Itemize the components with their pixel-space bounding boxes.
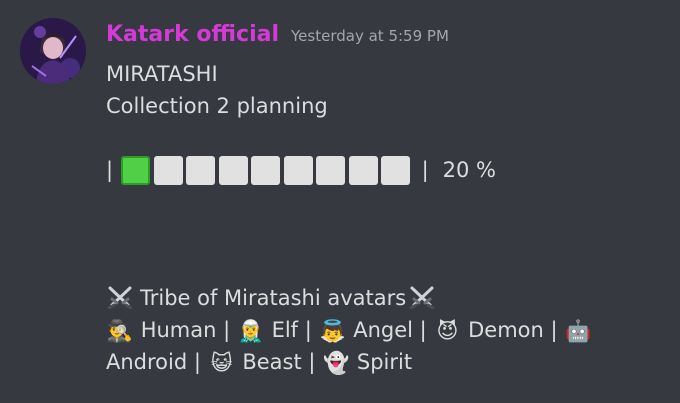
elf-icon: 🧝‍♂️ xyxy=(237,318,264,343)
tribe-label: Elf xyxy=(271,318,299,342)
message-subtitle: Collection 2 planning xyxy=(106,94,328,118)
tribe-label: Demon xyxy=(468,318,544,342)
robot-icon: 🤖 xyxy=(565,318,592,343)
crossed-swords-icon xyxy=(409,286,435,309)
progress-left-pipe: | xyxy=(106,158,114,182)
crossed-swords-icon xyxy=(107,286,133,309)
tribe-label: Angel xyxy=(353,318,413,342)
message-content: MIRATASHI Collection 2 planning | | 20 %… xyxy=(106,58,666,378)
cat-icon: 😺 xyxy=(210,350,233,375)
angel-icon: 👼 xyxy=(319,318,346,343)
message-title: MIRATASHI xyxy=(106,62,218,86)
progress-right-pipe: | xyxy=(421,158,429,182)
progress-square-empty xyxy=(251,155,281,185)
separator: | xyxy=(308,350,316,374)
separator: | xyxy=(193,350,201,374)
tribe-label: Spirit xyxy=(356,350,413,374)
author-name[interactable]: Katark official xyxy=(106,22,279,47)
progress-square-empty xyxy=(153,155,183,185)
progress-bar: | | 20 % xyxy=(106,154,666,186)
section-title: Tribe of Miratashi avatars xyxy=(140,286,407,310)
progress-square-empty xyxy=(348,155,378,185)
progress-square-empty xyxy=(186,155,216,185)
progress-square-filled xyxy=(121,155,151,185)
tribe-line-1: 🕵️‍♂️ Human | 🧝‍♂️ Elf | 👼 Angel | 😈 Dem… xyxy=(106,314,666,346)
tribe-label: Beast xyxy=(242,350,302,374)
tribe-line-2: Android | 😺 Beast | 👻 Spirit xyxy=(106,346,666,378)
progress-square-empty xyxy=(381,155,411,185)
progress-square-empty xyxy=(218,155,248,185)
section-title-line: Tribe of Miratashi avatars xyxy=(106,282,666,314)
progress-square-empty xyxy=(283,155,313,185)
tribe-label: Human xyxy=(140,318,217,342)
devil-icon: 😈 xyxy=(436,318,459,343)
separator: | xyxy=(419,318,427,342)
separator: | xyxy=(304,318,312,342)
progress-squares xyxy=(121,155,414,185)
detective-icon: 🕵️‍♂️ xyxy=(106,318,134,343)
separator: | xyxy=(550,318,558,342)
avatar[interactable] xyxy=(20,18,86,84)
chat-message: Katark official Yesterday at 5:59 PM MIR… xyxy=(0,0,680,403)
progress-square-empty xyxy=(316,155,346,185)
ghost-icon: 👻 xyxy=(323,350,350,375)
avatar-art-icon xyxy=(20,18,86,84)
message-timestamp[interactable]: Yesterday at 5:59 PM xyxy=(291,27,449,45)
tribe-label: Android xyxy=(106,350,188,374)
separator: | xyxy=(223,318,231,342)
message-header: Katark official Yesterday at 5:59 PM xyxy=(106,22,449,54)
progress-percent: 20 % xyxy=(442,158,497,182)
